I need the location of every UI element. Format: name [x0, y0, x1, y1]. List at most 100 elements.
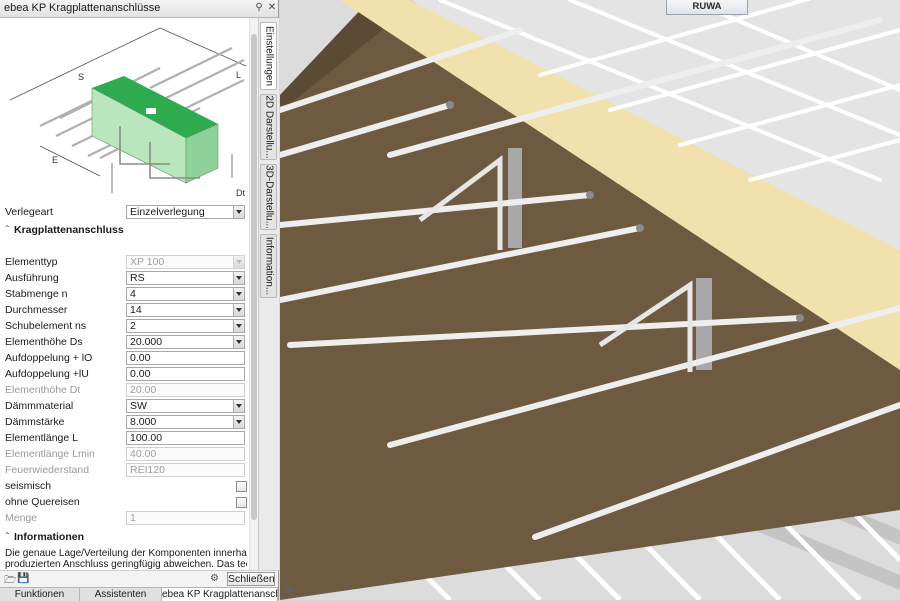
- verlegeart-value: Einzelverlegung: [130, 206, 205, 218]
- property-value: 4: [130, 288, 136, 300]
- chevron-down-icon[interactable]: [233, 336, 244, 348]
- property-label: Ausführung: [5, 272, 59, 284]
- property-label: Dämmstärke: [5, 416, 65, 428]
- dim-line-e: [39, 145, 101, 177]
- tab-einstellungen[interactable]: Einstellungen: [260, 22, 277, 90]
- property-label: Schubelement ns: [5, 320, 87, 332]
- property-input[interactable]: 100.00: [126, 431, 245, 445]
- pin-icon[interactable]: ⚲: [253, 2, 265, 14]
- property-checkbox[interactable]: [236, 497, 247, 508]
- verlegeart-select[interactable]: Einzelverlegung: [126, 205, 245, 219]
- property-select[interactable]: SW: [126, 399, 245, 413]
- anchor-plate: [508, 148, 522, 248]
- scrollbar-thumb[interactable]: [251, 34, 257, 520]
- property-checkbox[interactable]: [236, 481, 247, 492]
- model-tab-ruwa[interactable]: RUWA: [666, 0, 748, 15]
- tab-label: 2D Darstellu...: [263, 95, 274, 159]
- property-value: 1: [130, 512, 136, 524]
- property-value: REI120: [130, 464, 166, 476]
- property-row: Elementlänge L 100.00: [0, 431, 250, 447]
- property-label: Elementhöhe Ds: [5, 336, 83, 348]
- collapse-arrow-icon[interactable]: ⌃: [4, 531, 11, 540]
- property-select: XP 100: [126, 255, 245, 269]
- property-input: 1: [126, 511, 245, 525]
- bottom-tabbar: Funktionen Assistenten ebea KP Kragplatt…: [0, 587, 278, 601]
- property-label: Aufdoppelung + lO: [5, 352, 93, 364]
- palette-titlebar: ebea KP Kragplattenanschlüsse ⚲ ✕: [0, 0, 278, 18]
- chevron-down-icon[interactable]: [233, 272, 244, 284]
- property-row: Elementtyp XP 100: [0, 255, 250, 271]
- property-label: Durchmesser: [5, 304, 68, 316]
- save-icon[interactable]: 💾: [17, 573, 29, 584]
- view-orientation-icon[interactable]: ⟳: [284, 584, 293, 597]
- section-kragplattenanschluss[interactable]: ⌃ Kragplattenanschluss: [0, 223, 250, 237]
- property-label: Elementhöhe Dt: [5, 384, 81, 396]
- section-informationen[interactable]: ⌃ Informationen: [0, 530, 250, 544]
- property-row: Elementhöhe Dt 20.00: [0, 383, 250, 399]
- dim-label-l: L: [236, 70, 241, 80]
- palette-content: S L E H Ø Dt Verlegeart Einzelverlegung …: [0, 18, 258, 570]
- property-label: Menge: [5, 512, 38, 524]
- chevron-down-icon[interactable]: [233, 304, 244, 316]
- property-row: Menge 1: [0, 511, 250, 527]
- dim-label-dt: Dt: [236, 188, 245, 198]
- property-select[interactable]: 20.000: [126, 335, 245, 349]
- info-line: Die genaue Lage/Verteilung der Komponent…: [5, 548, 247, 559]
- chevron-down-icon[interactable]: [233, 288, 244, 300]
- 3d-model-view[interactable]: [280, 0, 900, 600]
- property-label: Dämmmaterial: [5, 400, 74, 412]
- property-select[interactable]: 14: [126, 303, 245, 317]
- tab-label: Einstellungen: [263, 25, 274, 87]
- property-row: Aufdoppelung +lU 0.00: [0, 367, 250, 383]
- tab-funktionen[interactable]: Funktionen: [0, 588, 80, 601]
- property-value: 0.00: [130, 352, 151, 364]
- tab-2d-darstellung[interactable]: 2D Darstellu...: [260, 94, 277, 160]
- property-value: 2: [130, 320, 136, 332]
- property-row: Stabmenge n 4: [0, 287, 250, 303]
- property-row: Durchmesser 14: [0, 303, 250, 319]
- chevron-down-icon: [233, 256, 244, 268]
- chevron-down-icon[interactable]: [233, 416, 244, 428]
- section-title: Kragplattenanschluss: [14, 224, 124, 236]
- verlegeart-row: Verlegeart Einzelverlegung: [0, 205, 250, 221]
- gear-icon[interactable]: ⚙: [210, 573, 219, 584]
- tab-assistenten[interactable]: Assistenten: [80, 588, 162, 601]
- property-label: Elementtyp: [5, 256, 58, 268]
- tab-kragplattenanschluesse[interactable]: ebea KP Kragplattenanschlüsse: [162, 588, 278, 601]
- collapse-arrow-icon[interactable]: ⌃: [4, 224, 11, 233]
- property-value: 8.000: [130, 416, 157, 428]
- property-input: 40.00: [126, 447, 245, 461]
- vertical-tabbar: Einstellungen 2D Darstellu... 3D-Darstel…: [258, 18, 279, 570]
- property-select[interactable]: 8.000: [126, 415, 245, 429]
- property-select[interactable]: RS: [126, 271, 245, 285]
- tab-label: 3D-Darstellu...: [263, 165, 274, 229]
- tab-information[interactable]: Information...: [260, 234, 277, 298]
- property-input[interactable]: 0.00: [126, 351, 245, 365]
- property-input: 20.00: [126, 383, 245, 397]
- insulation-marker: [146, 108, 156, 114]
- property-select[interactable]: 4: [126, 287, 245, 301]
- property-label: Feuerwiederstand: [5, 464, 90, 476]
- close-button[interactable]: Schließen: [227, 572, 275, 586]
- property-row: Aufdoppelung + lO 0.00: [0, 351, 250, 367]
- property-row: Feuerwiederstand REI120: [0, 463, 250, 479]
- chevron-down-icon[interactable]: [233, 206, 244, 218]
- property-label: ohne Quereisen: [5, 496, 80, 508]
- property-select[interactable]: 2: [126, 319, 245, 333]
- property-value: 14: [130, 304, 142, 316]
- chevron-down-icon[interactable]: [233, 320, 244, 332]
- property-label: Aufdoppelung +lU: [5, 368, 89, 380]
- tab-label: Information...: [263, 236, 274, 296]
- close-icon[interactable]: ✕: [266, 2, 278, 14]
- property-row: Dämmmaterial SW: [0, 399, 250, 415]
- 3d-viewport[interactable]: RUWA ⟳: [280, 0, 900, 600]
- property-value: XP 100: [130, 256, 165, 268]
- chevron-down-icon[interactable]: [233, 400, 244, 412]
- tab-3d-darstellung[interactable]: 3D-Darstellu...: [260, 164, 277, 230]
- property-label: Stabmenge n: [5, 288, 68, 300]
- verlegeart-label: Verlegeart: [5, 206, 53, 218]
- property-value: 0.00: [130, 368, 151, 380]
- dim-line-l: [159, 27, 247, 67]
- property-value: 20.000: [130, 336, 163, 348]
- property-input[interactable]: 0.00: [126, 367, 245, 381]
